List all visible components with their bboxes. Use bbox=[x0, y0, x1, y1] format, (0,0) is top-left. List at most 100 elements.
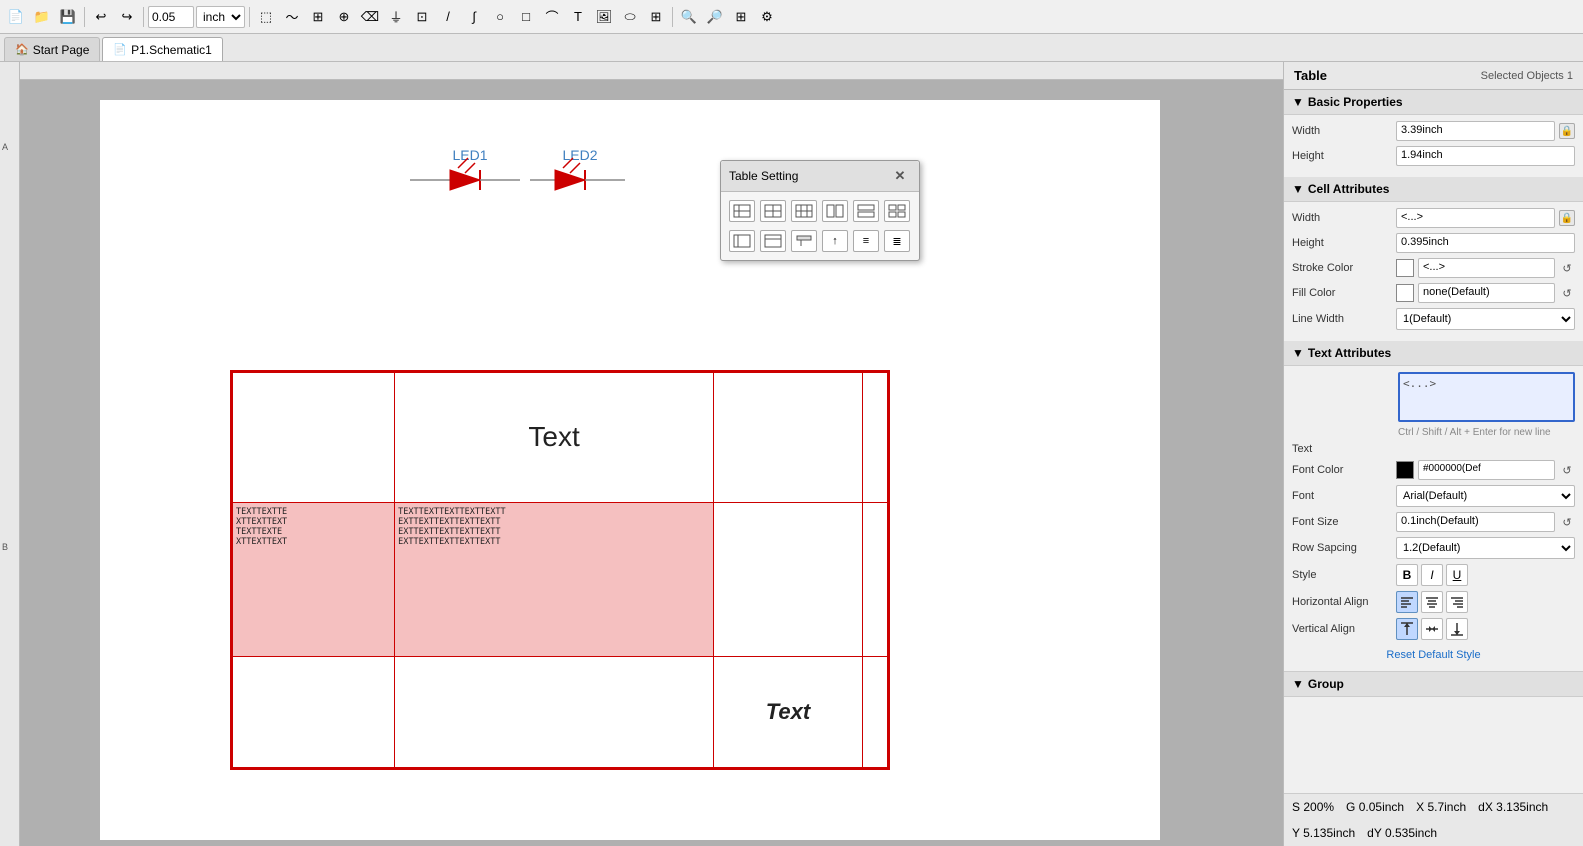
section-group[interactable]: ▼ Group bbox=[1284, 671, 1583, 697]
cell-r0c1[interactable]: Text bbox=[395, 373, 714, 503]
line-width-row: Line Width 1(Default) 2 3 bbox=[1292, 308, 1575, 330]
font-size-value[interactable]: 0.1inch(Default) bbox=[1396, 512, 1555, 532]
settings-button[interactable]: ⚙ bbox=[755, 5, 779, 29]
ts-btn-7[interactable] bbox=[729, 230, 755, 252]
fill-refresh-button[interactable]: ↺ bbox=[1559, 285, 1575, 301]
zoom-out[interactable]: 🔎 bbox=[703, 5, 727, 29]
stroke-color-swatch[interactable] bbox=[1396, 259, 1414, 277]
select-tool[interactable]: ⬚ bbox=[254, 5, 278, 29]
ts-btn-4[interactable] bbox=[822, 200, 848, 222]
component-tool[interactable]: ⊡ bbox=[410, 5, 434, 29]
stroke-color-value[interactable]: <...> bbox=[1418, 258, 1555, 278]
ts-btn-3[interactable] bbox=[791, 200, 817, 222]
cell-height-value[interactable]: 0.395inch bbox=[1396, 233, 1575, 253]
cell-r2c0[interactable] bbox=[233, 657, 395, 768]
cell-lock-button[interactable]: 🔒 bbox=[1559, 210, 1575, 226]
ts-btn-9[interactable] bbox=[791, 230, 817, 252]
cell-r0c0[interactable] bbox=[233, 373, 395, 503]
cell-attributes-content: Width <...> 🔒 Height 0.395inch Stroke Co… bbox=[1284, 202, 1583, 341]
align-right-button[interactable] bbox=[1446, 591, 1468, 613]
junction-tool[interactable]: ⊕ bbox=[332, 5, 356, 29]
undo-button[interactable]: ↩ bbox=[89, 5, 113, 29]
font-color-refresh[interactable]: ↺ bbox=[1559, 462, 1575, 478]
tab-schematic[interactable]: 📄 P1.Schematic1 bbox=[102, 37, 222, 61]
cell-r2c1[interactable] bbox=[395, 657, 714, 768]
ellipse-tool[interactable]: ⬭ bbox=[618, 5, 642, 29]
section-cell-attributes[interactable]: ▼ Cell Attributes bbox=[1284, 177, 1583, 202]
line-tool[interactable]: / bbox=[436, 5, 460, 29]
collapse-icon-text: ▼ bbox=[1292, 346, 1304, 360]
font-select[interactable]: Arial(Default) Times New Roman bbox=[1396, 485, 1575, 507]
table-tool[interactable]: ⊞ bbox=[644, 5, 668, 29]
cell-r0c3[interactable] bbox=[862, 373, 887, 503]
row-spacing-select[interactable]: 1.2(Default) 1.5 bbox=[1396, 537, 1575, 559]
ts-btn-10[interactable]: ↑ bbox=[822, 230, 848, 252]
power-tool[interactable]: ⏚ bbox=[384, 5, 408, 29]
font-size-refresh[interactable]: ↺ bbox=[1559, 514, 1575, 530]
height-value[interactable]: 1.94inch bbox=[1396, 146, 1575, 166]
valign-bottom-button[interactable] bbox=[1446, 618, 1468, 640]
redo-button[interactable]: ↪ bbox=[115, 5, 139, 29]
image-tool[interactable]: 🖼 bbox=[592, 5, 616, 29]
bold-button[interactable]: B bbox=[1396, 564, 1418, 586]
ts-btn-2[interactable] bbox=[760, 200, 786, 222]
cell-r1c1[interactable]: TEXTTEXTTEXTTEXTTEXTTEXTTEXTTEXTTEXTTEXT… bbox=[395, 502, 714, 657]
cell-r2c2[interactable]: Text bbox=[714, 657, 863, 768]
zoom-fit[interactable]: ⊞ bbox=[729, 5, 753, 29]
align-center-button[interactable] bbox=[1421, 591, 1443, 613]
sep1 bbox=[84, 7, 85, 27]
main-area: A B LED1 LED2 bbox=[0, 62, 1583, 846]
stroke-refresh-button[interactable]: ↺ bbox=[1559, 260, 1575, 276]
new-button[interactable]: 📄 bbox=[4, 5, 28, 29]
wire-tool[interactable]: 〜 bbox=[280, 5, 304, 29]
cell-r2c3[interactable] bbox=[862, 657, 887, 768]
row-spacing-row: Row Sapcing 1.2(Default) 1.5 bbox=[1292, 537, 1575, 559]
arc-tool[interactable]: ⌒ bbox=[540, 5, 564, 29]
width-value[interactable]: 3.39inch bbox=[1396, 121, 1555, 141]
save-button[interactable]: 💾 bbox=[56, 5, 80, 29]
cell-r1c2[interactable] bbox=[714, 502, 863, 657]
valign-top-button[interactable] bbox=[1396, 618, 1418, 640]
lock-button[interactable]: 🔒 bbox=[1559, 123, 1575, 139]
section-basic-properties[interactable]: ▼ Basic Properties bbox=[1284, 90, 1583, 115]
cell-width-label: Width bbox=[1292, 212, 1392, 224]
font-color-value[interactable]: #000000(Def bbox=[1418, 460, 1555, 480]
fill-color-swatch[interactable] bbox=[1396, 284, 1414, 302]
ts-btn-5[interactable] bbox=[853, 200, 879, 222]
curve-tool[interactable]: ∫ bbox=[462, 5, 486, 29]
ts-btn-11[interactable]: ≡ bbox=[853, 230, 879, 252]
cell-r0c2[interactable] bbox=[714, 373, 863, 503]
italic-button[interactable]: I bbox=[1421, 564, 1443, 586]
fill-color-value[interactable]: none(Default) bbox=[1418, 283, 1555, 303]
text-input[interactable]: <...> bbox=[1398, 372, 1575, 422]
top-ruler bbox=[20, 62, 1283, 80]
ts-btn-6[interactable] bbox=[884, 200, 910, 222]
unit-select[interactable]: inch mm cm bbox=[196, 6, 245, 28]
font-color-swatch[interactable] bbox=[1396, 461, 1414, 479]
ts-btn-1[interactable] bbox=[729, 200, 755, 222]
valign-middle-button[interactable] bbox=[1421, 618, 1443, 640]
ts-btn-8[interactable] bbox=[760, 230, 786, 252]
zoom-in[interactable]: 🔍 bbox=[677, 5, 701, 29]
line-width-select[interactable]: 1(Default) 2 3 bbox=[1396, 308, 1575, 330]
align-left-button[interactable] bbox=[1396, 591, 1418, 613]
reset-style-link[interactable]: Reset Default Style bbox=[1292, 645, 1575, 665]
cell-width-value[interactable]: <...> bbox=[1396, 208, 1555, 228]
tab-start[interactable]: 🏠 Start Page bbox=[4, 37, 100, 61]
snap-input[interactable]: 0.05 bbox=[152, 10, 190, 24]
table-setting-close-button[interactable]: ✕ bbox=[889, 165, 911, 187]
canvas-area[interactable]: LED1 LED2 bbox=[20, 62, 1283, 846]
text-tool[interactable]: T bbox=[566, 5, 590, 29]
section-group-label: Group bbox=[1308, 677, 1344, 691]
bus-tool[interactable]: ⊞ bbox=[306, 5, 330, 29]
rect-tool[interactable]: □ bbox=[514, 5, 538, 29]
underline-button[interactable]: U bbox=[1446, 564, 1468, 586]
label-tool[interactable]: ⌫ bbox=[358, 5, 382, 29]
fill-color-label: Fill Color bbox=[1292, 287, 1392, 299]
cell-r1c3[interactable] bbox=[862, 502, 887, 657]
ts-btn-12[interactable]: ≣ bbox=[884, 230, 910, 252]
cell-r1c0[interactable]: TEXTTEXTTEXTTEXTTEXTTEXTTEXTEXTTEXTTEXT bbox=[233, 502, 395, 657]
circle-tool[interactable]: ○ bbox=[488, 5, 512, 29]
open-button[interactable]: 📁 bbox=[30, 5, 54, 29]
section-text-attributes[interactable]: ▼ Text Attributes bbox=[1284, 341, 1583, 366]
